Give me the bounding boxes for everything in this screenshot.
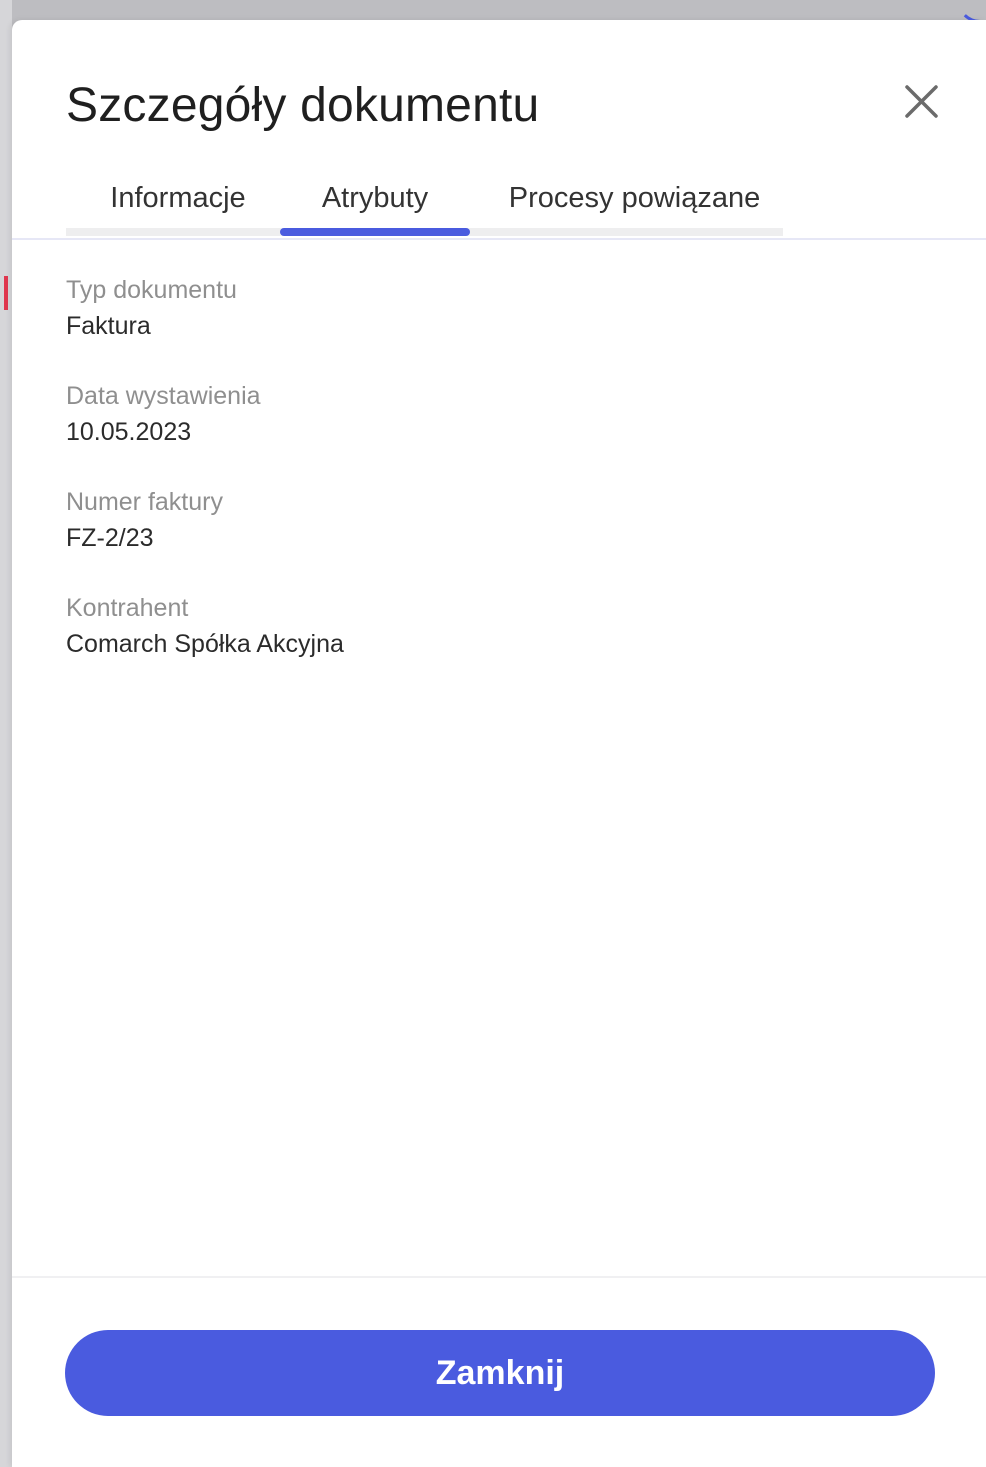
- field-kontrahent: Kontrahent Comarch Spółka Akcyjna: [66, 592, 344, 662]
- background-app-edge: [0, 0, 12, 1467]
- attribute-list: Typ dokumentu Faktura Data wystawienia 1…: [66, 274, 344, 698]
- field-label: Typ dokumentu: [66, 276, 237, 304]
- footer-divider: [12, 1276, 986, 1278]
- background-marker: [4, 276, 8, 310]
- active-tab-indicator: [280, 228, 470, 236]
- field-value: FZ-2/23: [66, 524, 154, 552]
- field-numer-faktury: Numer faktury FZ-2/23: [66, 486, 344, 556]
- field-typ-dokumentu: Typ dokumentu Faktura: [66, 274, 344, 344]
- close-button[interactable]: [896, 78, 946, 128]
- field-data-wystawienia: Data wystawienia 10.05.2023: [66, 380, 344, 450]
- field-value: 10.05.2023: [66, 418, 192, 446]
- close-icon: [905, 85, 938, 118]
- tab-informacje[interactable]: Informacje: [66, 170, 290, 228]
- field-value: Comarch Spółka Akcyjna: [66, 630, 344, 658]
- tab-bar: Informacje Atrybuty Procesy powiązane: [66, 170, 783, 236]
- tab-atrybuty[interactable]: Atrybuty: [280, 170, 470, 228]
- field-label: Kontrahent: [66, 594, 189, 622]
- document-details-dialog: Szczegóły dokumentu Informacje Atrybuty …: [12, 20, 986, 1467]
- close-dialog-button[interactable]: Zamknij: [65, 1330, 935, 1416]
- field-label: Numer faktury: [66, 488, 223, 516]
- field-value: Faktura: [66, 312, 151, 340]
- field-label: Data wystawienia: [66, 382, 261, 410]
- dialog-title: Szczegóły dokumentu: [66, 79, 540, 132]
- tab-procesy-powiazane[interactable]: Procesy powiązane: [486, 170, 783, 228]
- tabs-divider: [12, 238, 986, 240]
